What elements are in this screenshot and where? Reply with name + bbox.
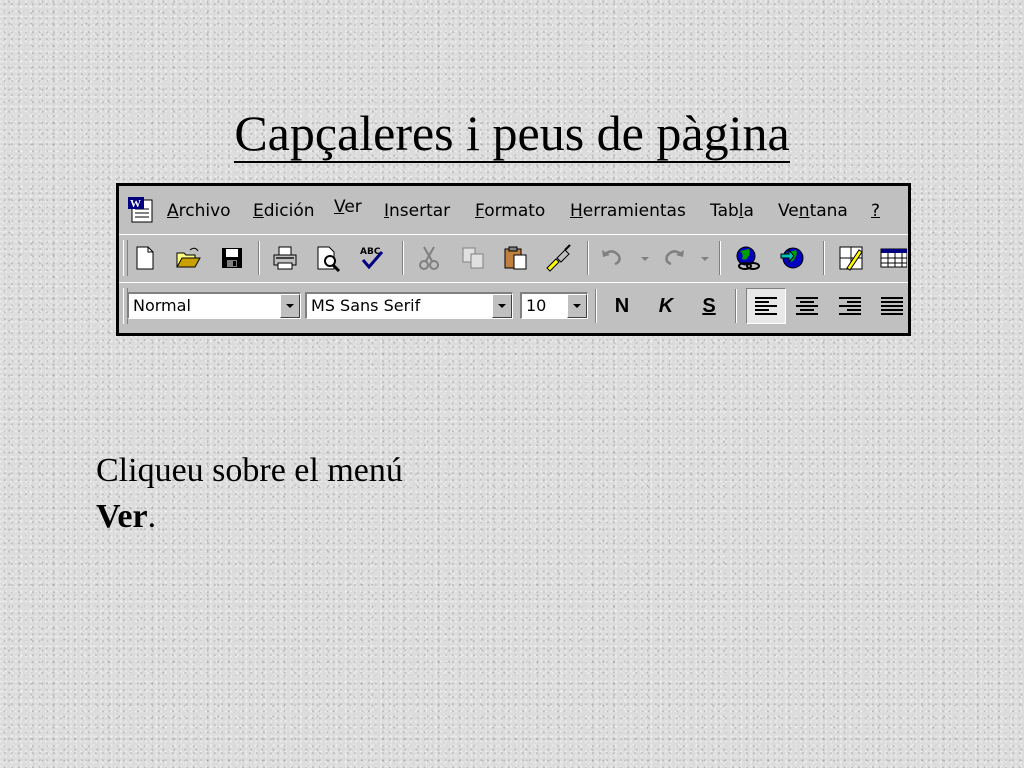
align-right-icon[interactable] <box>836 292 864 320</box>
bold-button[interactable]: N <box>608 292 636 320</box>
toolbar-separator <box>587 241 589 275</box>
menu-edicion[interactable]: Edición <box>253 201 315 221</box>
redo-icon[interactable] <box>659 244 687 272</box>
undo-dropdown-icon[interactable] <box>631 244 649 272</box>
menu-herramientas[interactable]: Herramientas <box>570 201 686 221</box>
save-icon[interactable] <box>218 244 246 272</box>
instruction-line: Cliqueu sobre el menú <box>96 452 403 489</box>
format-painter-icon[interactable] <box>545 244 573 272</box>
toolbar-grip[interactable] <box>123 240 128 276</box>
menu-bar: W Archivo Edición Ver Insertar Formato H… <box>119 186 908 233</box>
slide-title-text: Capçaleres i peus de pàgina <box>234 105 790 163</box>
chevron-down-icon[interactable] <box>492 294 512 318</box>
undo-icon[interactable] <box>599 244 627 272</box>
toolbar-separator <box>595 289 597 323</box>
open-folder-icon[interactable] <box>174 244 202 272</box>
style-select-value: Normal <box>133 296 191 315</box>
spelling-icon[interactable]: ABC <box>358 244 386 272</box>
insert-table-icon[interactable] <box>879 244 907 272</box>
font-select-value: MS Sans Serif <box>311 296 421 315</box>
menu-help[interactable]: ? <box>871 201 880 221</box>
toolbar-separator <box>258 241 260 275</box>
italic-button[interactable]: K <box>652 292 680 320</box>
font-size-select[interactable]: 10 <box>520 292 588 319</box>
print-icon[interactable] <box>271 244 299 272</box>
instruction-menu-name: Ver <box>96 498 148 535</box>
toolbar-separator <box>719 241 721 275</box>
print-preview-icon[interactable] <box>314 244 342 272</box>
justify-icon[interactable] <box>878 292 906 320</box>
tables-borders-icon[interactable] <box>837 244 865 272</box>
formatting-toolbar: Normal MS Sans Serif 10 N K S <box>119 282 908 331</box>
menu-archivo[interactable]: Archivo <box>167 201 231 221</box>
insert-hyperlink-icon[interactable] <box>734 244 762 272</box>
standard-toolbar: ABC <box>119 234 908 281</box>
cut-icon[interactable] <box>415 244 443 272</box>
font-select[interactable]: MS Sans Serif <box>305 292 513 319</box>
instruction-period: . <box>147 498 157 535</box>
font-size-value: 10 <box>526 296 547 315</box>
align-center-icon[interactable] <box>793 292 821 320</box>
redo-dropdown-icon[interactable] <box>691 244 709 272</box>
menu-insertar[interactable]: Insertar <box>384 201 450 221</box>
slide-title: Capçaleres i peus de pàgina <box>0 104 1024 163</box>
toolbar-separator <box>735 289 737 323</box>
word-toolbar-screenshot: W Archivo Edición Ver Insertar Formato H… <box>116 183 911 336</box>
word-document-icon[interactable]: W <box>126 196 156 224</box>
svg-text:W: W <box>130 198 141 210</box>
chevron-down-icon[interactable] <box>567 294 587 318</box>
instruction-text: Cliqueu sobre el menú Ver. <box>96 448 403 540</box>
menu-ventana[interactable]: Ventana <box>778 201 848 221</box>
underline-button[interactable]: S <box>695 292 723 320</box>
toolbar-separator <box>823 241 825 275</box>
align-left-button[interactable] <box>746 288 786 324</box>
new-document-icon[interactable] <box>131 244 159 272</box>
copy-icon[interactable] <box>459 244 487 272</box>
menu-ver[interactable]: Ver <box>334 197 362 217</box>
align-left-icon <box>755 297 777 315</box>
web-toolbar-icon[interactable] <box>779 244 807 272</box>
toolbar-separator <box>402 241 404 275</box>
menu-formato[interactable]: Formato <box>475 201 545 221</box>
menu-tabla[interactable]: Tabla <box>710 201 754 221</box>
chevron-down-icon[interactable] <box>280 294 300 318</box>
style-select[interactable]: Normal <box>127 292 301 319</box>
paste-icon[interactable] <box>502 244 530 272</box>
